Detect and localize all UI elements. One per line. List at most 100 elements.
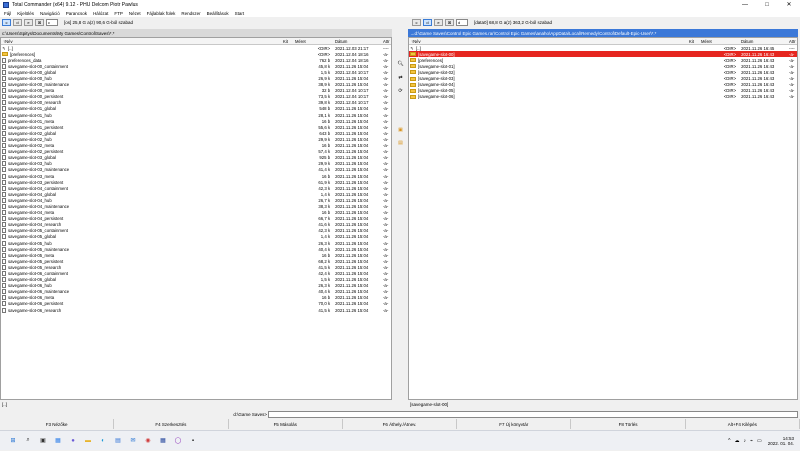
file-row[interactable]: savegame-slot-00_research 39,8 k 2021.12.0… xyxy=(1,100,391,106)
alt-f4-exit-button[interactable]: Alt+F4 Kilépés xyxy=(685,419,800,429)
file-row[interactable]: savegame-slot-06_hub 26,3 k 2021.11.26 15:… xyxy=(1,283,391,289)
chat-icon[interactable]: ● xyxy=(68,436,78,446)
folder-row[interactable]: [savegame-slot-04] <DIR> 2021.11.26 16:43 -… xyxy=(409,82,797,88)
file-row[interactable]: savegame-slot-02_global 643 b 2021.11.26 1… xyxy=(1,130,391,136)
file-row[interactable]: savegame-slot-05_containment 42,3 k 2021.1… xyxy=(1,228,391,234)
file-row[interactable]: savegame-slot-02_hub 29,9 k 2021.11.26 15:… xyxy=(1,136,391,142)
file-row[interactable]: savegame-slot-01_persistent 55,6 k 2021.11… xyxy=(1,124,391,130)
maximize-button[interactable]: □ xyxy=(756,0,778,9)
name-column-header[interactable]: ↑Név xyxy=(409,39,687,44)
left-drive-select[interactable]: c xyxy=(46,19,58,26)
file-row[interactable]: savegame-slot-05_persistent 68,2 k 2021.11… xyxy=(1,258,391,264)
search-icon[interactable]: ⌕ xyxy=(23,436,33,446)
edge-icon[interactable]: ◐ xyxy=(98,436,108,446)
compare-icon[interactable]: ⇄ xyxy=(397,75,404,81)
drive-d-button[interactable]: d xyxy=(423,19,432,26)
file-row[interactable]: savegame-slot-05_research 41,5 k 2021.11.2… xyxy=(1,264,391,270)
file-row[interactable]: savegame-slot-06_maintenance 40,4 k 2021.1… xyxy=(1,289,391,295)
drive-c-button[interactable]: c xyxy=(412,19,421,26)
file-row[interactable]: savegame-slot-05_hub 26,3 k 2021.11.26 15:… xyxy=(1,240,391,246)
right-path-bar[interactable]: →d:\Game Saves\Control Epic Games.rar\Co… xyxy=(408,29,798,37)
menu-item[interactable]: FTP xyxy=(114,11,123,16)
archive-icon[interactable]: ▣ xyxy=(397,127,404,133)
file-row[interactable]: savegame-slot-03_meta 16 b 2021.11.26 15:0… xyxy=(1,173,391,179)
file-row[interactable]: savegame-slot-03_global 925 b 2021.11.26 1… xyxy=(1,155,391,161)
attr-column-header[interactable]: Attr xyxy=(787,39,797,44)
file-row[interactable]: savegame-slot-03_maintenance 41,4 k 2021.1… xyxy=(1,167,391,173)
menu-item[interactable]: Nézet xyxy=(129,11,141,16)
file-row[interactable]: savegame-slot-05_global 1,4 k 2021.11.26 1… xyxy=(1,234,391,240)
file-row[interactable]: savegame-slot-04_hub 26,7 k 2021.11.26 15:… xyxy=(1,197,391,203)
file-row[interactable]: savegame-slot-00_global 1,5 k 2021.12.04 1… xyxy=(1,69,391,75)
file-row[interactable]: savegame-slot-04_global 1,4 k 2021.11.26 1… xyxy=(1,191,391,197)
minimize-button[interactable]: — xyxy=(734,0,756,9)
sync-icon[interactable]: ⟳ xyxy=(397,88,404,94)
f5-copy-button[interactable]: F5 Másolás xyxy=(228,419,343,429)
file-row[interactable]: savegame-slot-06_research 41,5 k 2021.11.2… xyxy=(1,307,391,313)
wifi-icon[interactable]: ⌁ xyxy=(750,438,753,444)
folder-row[interactable]: [savegame-slot-02] <DIR> 2021.11.26 16:43 -… xyxy=(409,69,797,75)
mail-icon[interactable]: ✉ xyxy=(128,436,138,446)
file-row[interactable]: preferences_data 762 b 2021.12.04 18:16 -a- xyxy=(1,57,391,63)
file-row[interactable]: savegame-slot-03_hub 29,9 k 2021.11.26 15:… xyxy=(1,161,391,167)
f4-edit-button[interactable]: F4 Szerkesztés xyxy=(114,419,229,429)
menu-item[interactable]: Fájl xyxy=(4,11,11,16)
file-row[interactable]: savegame-slot-01_hub 28,1 k 2021.11.26 15:… xyxy=(1,112,391,118)
file-row[interactable]: savegame-slot-04_persistent 66,7 k 2021.11… xyxy=(1,216,391,222)
size-column-header[interactable]: Méret xyxy=(699,39,739,44)
f3-view-button[interactable]: F3 Nézőke xyxy=(0,419,115,429)
drive-c-button[interactable]: c xyxy=(2,19,11,26)
folder-row[interactable]: [savegame-slot-00] <DIR> 2021.11.26 16:43 -… xyxy=(409,51,797,58)
media-icon[interactable]: ◉ xyxy=(143,436,153,446)
parent-dir-row[interactable]: ↰ [..] <DIR> 2021.12.03 21:17 ---- xyxy=(1,45,391,51)
ext-column-header[interactable]: Kit xyxy=(687,39,699,44)
menu-item[interactable]: Start xyxy=(235,11,245,16)
command-line-input[interactable] xyxy=(268,410,798,418)
f6-move-button[interactable]: F6 Áthely./Átnev. xyxy=(342,419,458,429)
size-column-header[interactable]: Méret xyxy=(293,39,333,44)
file-row[interactable]: savegame-slot-00_containment 45,8 k 2021.1… xyxy=(1,63,391,69)
folder-row[interactable]: [preferences] <DIR> 2021.12.04 18:16 -a- xyxy=(1,51,391,57)
drive-e-button[interactable]: e xyxy=(434,19,443,26)
date-column-header[interactable]: Dátum xyxy=(739,39,787,44)
f8-delete-button[interactable]: F8 Törlés xyxy=(571,419,686,429)
file-row[interactable]: savegame-slot-01_global 548 b 2021.11.26 1… xyxy=(1,106,391,112)
folder-row[interactable]: [savegame-slot-01] <DIR> 2021.11.26 16:43 -… xyxy=(409,63,797,69)
windows-start-icon[interactable]: ⊞ xyxy=(8,436,18,446)
task-view-icon[interactable]: ▣ xyxy=(38,436,48,446)
ext-column-header[interactable]: Kit xyxy=(281,39,293,44)
menu-item[interactable]: Kijelölés xyxy=(17,11,34,16)
folder-row[interactable]: [savegame-slot-06] <DIR> 2021.11.26 16:43 -… xyxy=(409,94,797,100)
widgets-icon[interactable]: ▦ xyxy=(53,436,63,446)
file-row[interactable]: savegame-slot-05_maintenance 40,4 k 2021.1… xyxy=(1,246,391,252)
obs-icon[interactable]: ◯ xyxy=(173,436,183,446)
network-icon[interactable]: ⊠ xyxy=(35,19,44,26)
file-row[interactable]: savegame-slot-00_meta 32 b 2021.12.04 10:1… xyxy=(1,88,391,94)
right-file-panel[interactable]: ↑Név Kit Méret Dátum Attr ↰ [..] <DIR> 2021… xyxy=(408,37,798,400)
file-row[interactable]: savegame-slot-00_maintenance 38,9 k 2021.1… xyxy=(1,82,391,88)
file-row[interactable]: savegame-slot-04_meta 16 b 2021.11.26 15:0… xyxy=(1,210,391,216)
unpack-icon[interactable]: ▤ xyxy=(397,140,404,146)
drive-d-button[interactable]: d xyxy=(13,19,22,26)
file-row[interactable]: savegame-slot-04_research 41,6 k 2021.11.2… xyxy=(1,222,391,228)
parent-dir-row[interactable]: ↰ [..] <DIR> 2021.11.26 16:45 ---- xyxy=(409,45,797,51)
menu-item[interactable]: Rendszer xyxy=(181,11,200,16)
clock[interactable]: 14:53 2022. 01. 04. xyxy=(768,436,794,447)
show-hidden-icons-icon[interactable]: ^ xyxy=(728,438,730,444)
file-row[interactable]: savegame-slot-06_global 1,5 k 2021.11.26 1… xyxy=(1,277,391,283)
app-icon[interactable]: ▪ xyxy=(188,436,198,446)
network-icon[interactable]: ⊠ xyxy=(445,19,454,26)
left-path-bar[interactable]: c:\Users\Spitys\Documents\My Games\Contr… xyxy=(0,29,392,37)
folder-row[interactable]: [savegame-slot-05] <DIR> 2021.11.26 16:43 -… xyxy=(409,88,797,94)
close-button[interactable]: ✕ xyxy=(778,0,800,9)
volume-icon[interactable]: ♪ xyxy=(743,438,746,444)
total-commander-icon[interactable]: ▦ xyxy=(158,436,168,446)
file-row[interactable]: savegame-slot-00_hub 26,9 k 2021.11.26 15:… xyxy=(1,75,391,82)
file-row[interactable]: savegame-slot-06_meta 16 b 2021.11.26 15:0… xyxy=(1,295,391,301)
menu-item[interactable]: Navigáció xyxy=(40,11,60,16)
file-row[interactable]: savegame-slot-06_containment 42,4 k 2021.1… xyxy=(1,270,391,277)
menu-item[interactable]: Hálózat xyxy=(93,11,108,16)
date-column-header[interactable]: Dátum xyxy=(333,39,381,44)
attr-column-header[interactable]: Attr xyxy=(381,39,391,44)
zoom-icon[interactable]: 🔍︎ xyxy=(397,61,404,67)
